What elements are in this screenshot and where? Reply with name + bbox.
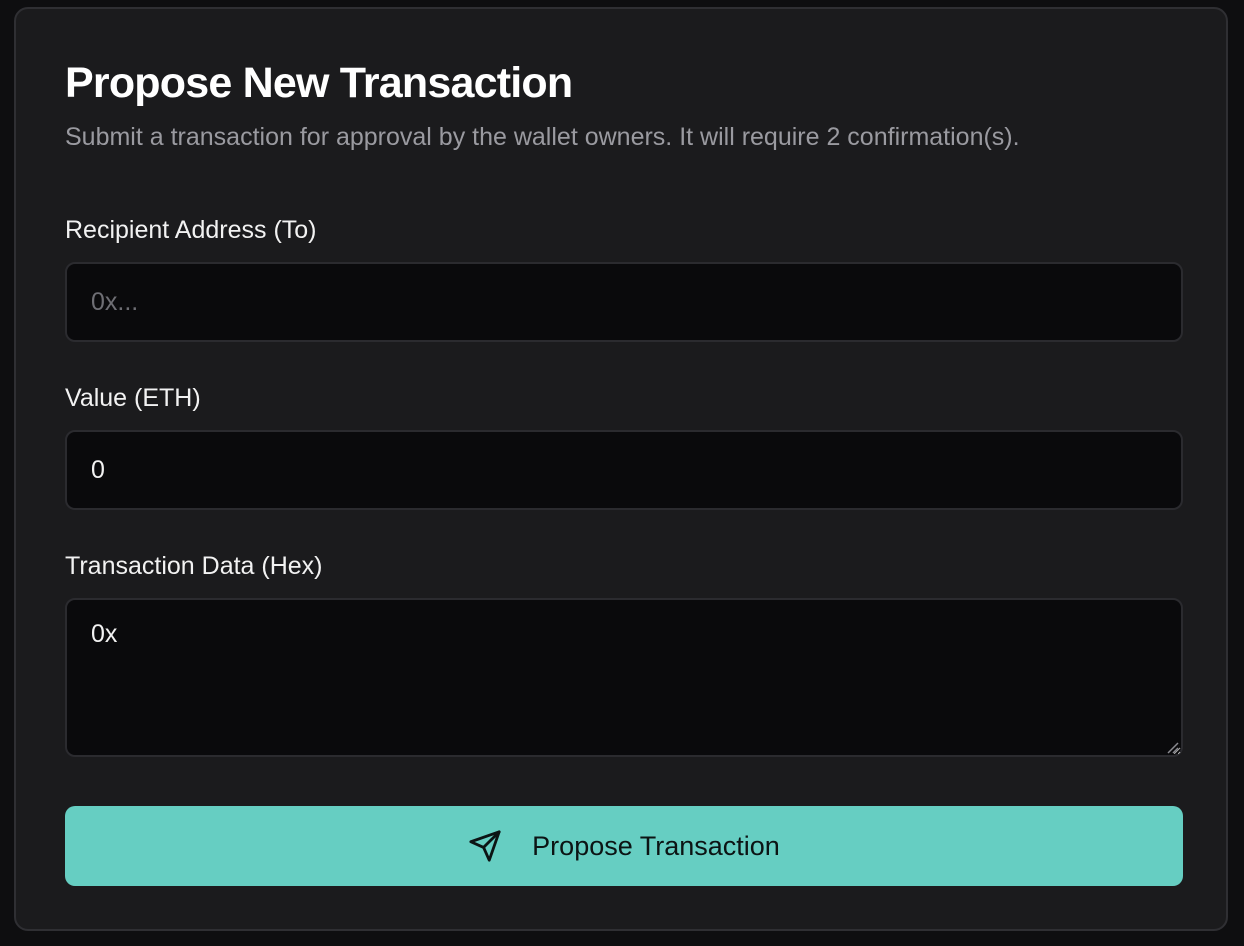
page-title: Propose New Transaction bbox=[65, 59, 573, 107]
propose-transaction-button[interactable]: Propose Transaction bbox=[65, 806, 1183, 886]
transaction-data-label: Transaction Data (Hex) bbox=[65, 552, 323, 580]
recipient-address-input[interactable] bbox=[65, 262, 1183, 342]
page-subtitle: Submit a transaction for approval by the… bbox=[65, 123, 1020, 151]
recipient-label: Recipient Address (To) bbox=[65, 216, 317, 244]
send-icon bbox=[468, 829, 502, 863]
propose-transaction-label: Propose Transaction bbox=[532, 830, 780, 861]
value-eth-input[interactable] bbox=[65, 430, 1183, 510]
resize-grip-icon[interactable] bbox=[1165, 740, 1179, 754]
transaction-data-textarea[interactable]: 0x bbox=[65, 598, 1183, 757]
value-label: Value (ETH) bbox=[65, 384, 201, 412]
propose-transaction-card: Propose New Transaction Submit a transac… bbox=[14, 7, 1228, 931]
